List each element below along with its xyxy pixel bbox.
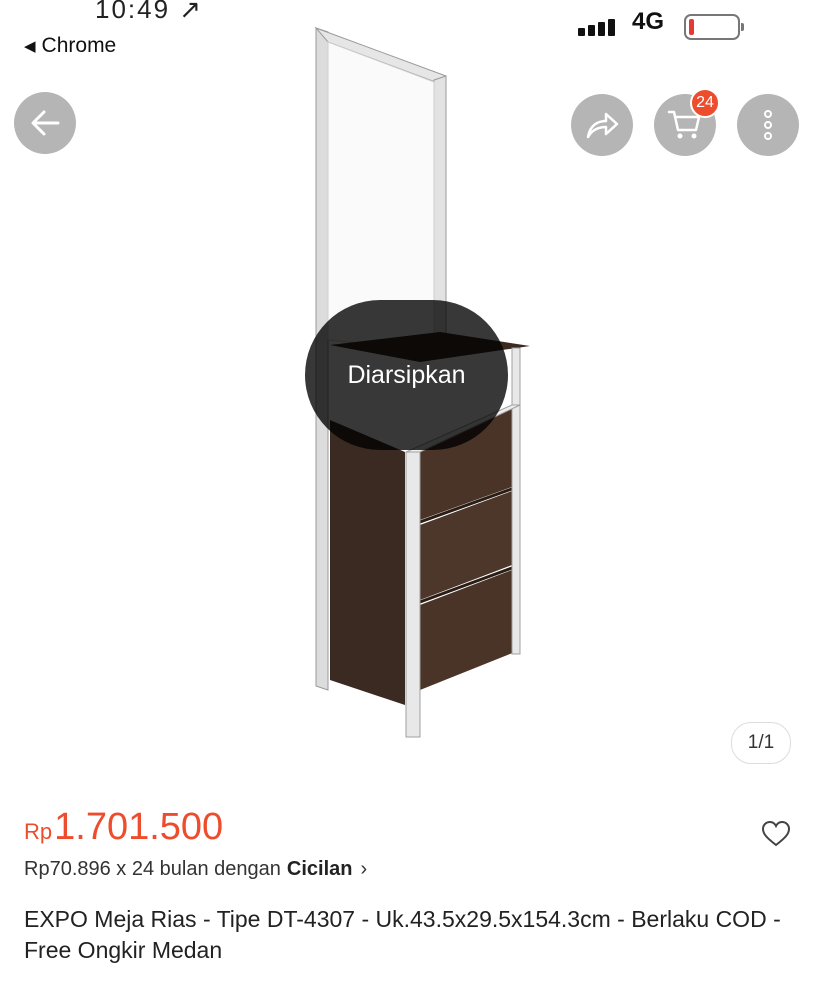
price-value: 1.701.500 <box>54 806 224 848</box>
archived-toast: Diarsipkan <box>305 300 508 450</box>
more-icon <box>764 110 772 140</box>
installment-row[interactable]: Rp70.896 x 24 bulan dengan Cicilan › <box>24 858 367 881</box>
back-arrow-icon <box>31 110 60 136</box>
share-button[interactable] <box>571 94 633 156</box>
product-title: EXPO Meja Rias - Tipe DT-4307 - Uk.43.5x… <box>24 906 781 963</box>
image-counter: 1/1 <box>731 722 791 764</box>
back-to-chrome-link[interactable]: ◀ Chrome <box>24 34 116 58</box>
more-options-button[interactable] <box>737 94 799 156</box>
back-button[interactable] <box>14 92 76 154</box>
cart-count-badge: 24 <box>690 88 720 118</box>
installment-link[interactable]: Cicilan <box>287 858 353 881</box>
cart-button[interactable]: 24 <box>654 88 720 156</box>
network-type: 4G <box>632 8 665 35</box>
installment-text: Rp70.896 x 24 bulan dengan <box>24 858 281 880</box>
price: Rp 1.701.500 <box>24 806 223 849</box>
status-time: 10:49 ↗ <box>95 0 204 24</box>
back-triangle-icon: ◀ <box>24 38 36 55</box>
price-currency: Rp <box>24 819 53 844</box>
signal-icon <box>578 18 622 36</box>
heart-icon[interactable] <box>761 820 791 848</box>
share-icon <box>586 112 619 139</box>
status-bar: 10:49 ↗ ◀ Chrome 4G <box>0 0 813 70</box>
chevron-right-icon: › <box>360 858 368 880</box>
battery-icon <box>684 14 744 40</box>
back-app-label: Chrome <box>41 34 117 57</box>
